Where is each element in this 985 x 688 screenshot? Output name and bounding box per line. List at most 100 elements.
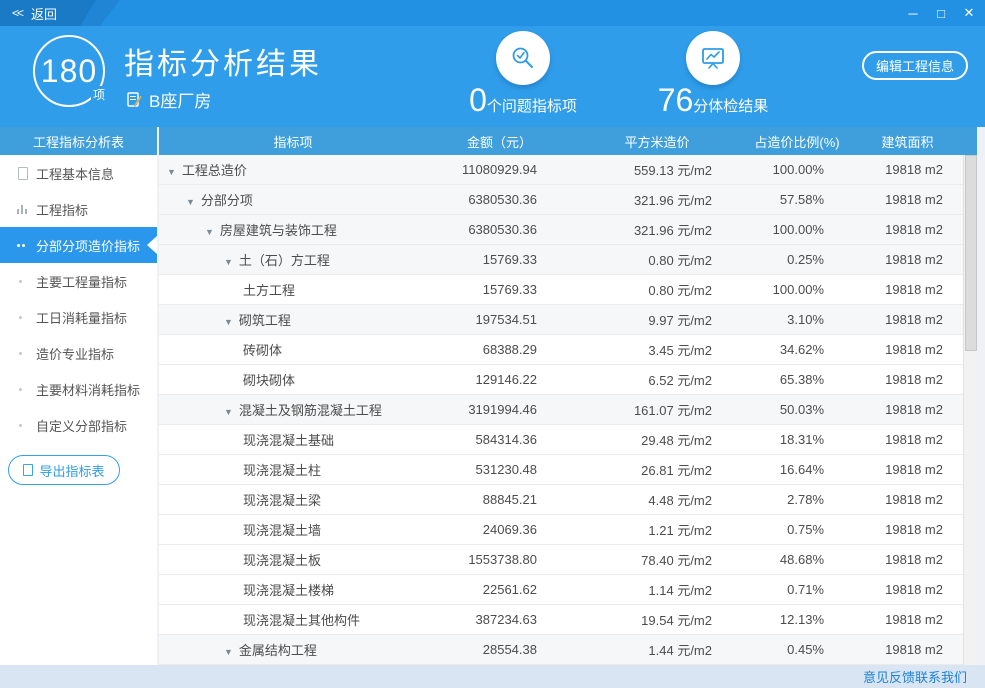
cost-ratio-value: 3.10% (742, 312, 852, 327)
table-row[interactable]: 现浇混凝土板 1553738.80 78.40 元/m2 48.68% 1981… (159, 545, 977, 575)
problem-indicators-stat[interactable]: 0个问题指标项 (448, 31, 598, 119)
table-row[interactable]: 现浇混凝土柱 531230.48 26.81 元/m2 16.64% 19818… (159, 455, 977, 485)
cost-ratio-value: 57.58% (742, 192, 852, 207)
sidebar-item-label: 工程基本信息 (36, 164, 114, 183)
page-title: 指标分析结果 (124, 39, 322, 83)
floor-area-value: 19818 m2 (852, 522, 963, 537)
close-button[interactable]: ✕ (955, 0, 983, 26)
sidebar-item-label: 分部分项造价指标 (36, 236, 140, 255)
maximize-button[interactable]: □ (927, 0, 955, 26)
unit-price-value: 4.48 元/m2 (572, 490, 742, 509)
project-subtitle: B座厂房 (126, 87, 211, 112)
unit-price-value: 26.81 元/m2 (572, 460, 742, 479)
collapse-triangle-icon[interactable]: ▼ (224, 407, 233, 417)
vertical-scrollbar[interactable] (963, 155, 977, 665)
sidebar-item[interactable]: 主要材料消耗指标 (0, 371, 157, 407)
sidebar-item[interactable]: 工日消耗量指标 (0, 299, 157, 335)
collapse-triangle-icon[interactable]: ▼ (224, 257, 233, 267)
unit-price-value: 1.21 元/m2 (572, 520, 742, 539)
collapse-triangle-icon[interactable]: ▼ (224, 317, 233, 327)
sidebar: 工程指标分析表 工程基本信息 工程指标 分部分项造价指标 主要工程量指标 工日消… (0, 127, 157, 665)
floor-area-value: 19818 m2 (852, 642, 963, 657)
header-banner: 180 项 指标分析结果 B座厂房 0个问题指标项 (0, 26, 985, 127)
indicator-label: 砌块砌体 (243, 373, 295, 388)
amount-value: 28554.38 (427, 642, 572, 657)
floor-area-value: 19818 m2 (852, 462, 963, 477)
dot-icon (16, 419, 28, 431)
table-row[interactable]: 现浇混凝土其他构件 387234.63 19.54 元/m2 12.13% 19… (159, 605, 977, 635)
scrollbar-thumb[interactable] (965, 155, 977, 351)
project-name: B座厂房 (149, 87, 211, 112)
titlebar: << 返回 ─ □ ✕ (0, 0, 985, 26)
unit-price-value: 161.07 元/m2 (572, 400, 742, 419)
sidebar-item[interactable]: 自定义分部指标 (0, 407, 157, 443)
feedback-contact-link[interactable]: 意见反馈联系我们 (863, 667, 967, 686)
unit-price-value: 0.80 元/m2 (572, 280, 742, 299)
document-icon (23, 464, 33, 476)
collapse-triangle-icon[interactable]: ▼ (205, 227, 214, 237)
collapse-triangle-icon[interactable]: ▼ (224, 647, 233, 657)
indicator-label: 现浇混凝土板 (243, 553, 321, 568)
sidebar-item[interactable]: 工程基本信息 (0, 155, 157, 191)
cost-ratio-value: 16.64% (742, 462, 852, 477)
indicator-count-unit: 项 (91, 86, 107, 103)
table-row[interactable]: 现浇混凝土楼梯 22561.62 1.14 元/m2 0.71% 19818 m… (159, 575, 977, 605)
table-row[interactable]: 土方工程 15769.33 0.80 元/m2 100.00% 19818 m2 (159, 275, 977, 305)
indicator-label: 工程总造价 (182, 163, 247, 178)
cost-ratio-value: 0.75% (742, 522, 852, 537)
amount-value: 88845.21 (427, 492, 572, 507)
cost-ratio-value: 0.71% (742, 582, 852, 597)
edit-note-icon (126, 91, 143, 108)
unit-price-value: 78.40 元/m2 (572, 550, 742, 569)
table-row[interactable]: 砖砌体 68388.29 3.45 元/m2 34.62% 19818 m2 (159, 335, 977, 365)
health-score-stat[interactable]: 76分体检结果 (638, 31, 788, 119)
table-row[interactable]: ▼土（石）方工程 15769.33 0.80 元/m2 0.25% 19818 … (159, 245, 977, 275)
table-row[interactable]: 砌块砌体 129146.22 6.52 元/m2 65.38% 19818 m2 (159, 365, 977, 395)
edit-project-info-button[interactable]: 编辑工程信息 (862, 51, 968, 80)
collapse-triangle-icon[interactable]: ▼ (167, 167, 176, 177)
collapse-triangle-icon[interactable]: ▼ (186, 197, 195, 207)
export-indicator-table-button[interactable]: 导出指标表 (8, 455, 120, 485)
table-row[interactable]: ▼房屋建筑与装饰工程 6380530.36 321.96 元/m2 100.00… (159, 215, 977, 245)
column-header-floor-area: 建筑面积 (852, 132, 963, 151)
unit-price-value: 3.45 元/m2 (572, 340, 742, 359)
back-button-label: 返回 (31, 4, 57, 23)
sidebar-item[interactable]: 工程指标 (0, 191, 157, 227)
table-header-row: 指标项 金额（元） 平方米造价 占造价比例(%) 建筑面积 (159, 127, 977, 155)
table-row[interactable]: ▼砌筑工程 197534.51 9.97 元/m2 3.10% 19818 m2 (159, 305, 977, 335)
bar-chart-icon (16, 203, 28, 215)
sidebar-item[interactable]: 主要工程量指标 (0, 263, 157, 299)
table-row[interactable]: 现浇混凝土墙 24069.36 1.21 元/m2 0.75% 19818 m2 (159, 515, 977, 545)
minimize-button[interactable]: ─ (899, 0, 927, 26)
indicator-label: 分部分项 (201, 193, 253, 208)
indicator-label: 混凝土及钢筋混凝土工程 (239, 403, 382, 418)
cost-ratio-value: 100.00% (742, 282, 852, 297)
table-row[interactable]: 现浇混凝土基础 584314.36 29.48 元/m2 18.31% 1981… (159, 425, 977, 455)
floor-area-value: 19818 m2 (852, 312, 963, 327)
amount-value: 531230.48 (427, 462, 572, 477)
unit-price-value: 1.44 元/m2 (572, 640, 742, 659)
unit-price-value: 0.80 元/m2 (572, 250, 742, 269)
sidebar-item[interactable]: 分部分项造价指标 (0, 227, 157, 263)
floor-area-value: 19818 m2 (852, 402, 963, 417)
table-row[interactable]: 现浇混凝土梁 88845.21 4.48 元/m2 2.78% 19818 m2 (159, 485, 977, 515)
health-score-text: 76分体检结果 (638, 82, 788, 119)
amount-value: 6380530.36 (427, 192, 572, 207)
table-row[interactable]: ▼工程总造价 11080929.94 559.13 元/m2 100.00% 1… (159, 155, 977, 185)
indicator-table: 指标项 金额（元） 平方米造价 占造价比例(%) 建筑面积 ▼工程总造价 110… (157, 127, 977, 665)
unit-price-value: 1.14 元/m2 (572, 580, 742, 599)
cost-ratio-value: 2.78% (742, 492, 852, 507)
cost-ratio-value: 0.45% (742, 642, 852, 657)
sidebar-item[interactable]: 造价专业指标 (0, 335, 157, 371)
problem-count: 0 (469, 82, 487, 118)
table-row[interactable]: ▼分部分项 6380530.36 321.96 元/m2 57.58% 1981… (159, 185, 977, 215)
table-row[interactable]: ▼金属结构工程 28554.38 1.44 元/m2 0.45% 19818 m… (159, 635, 977, 665)
dot-icon (16, 383, 28, 395)
cost-ratio-value: 65.38% (742, 372, 852, 387)
cost-ratio-value: 50.03% (742, 402, 852, 417)
back-button[interactable]: << 返回 (0, 0, 96, 26)
unit-price-value: 29.48 元/m2 (572, 430, 742, 449)
cost-ratio-value: 100.00% (742, 162, 852, 177)
table-row[interactable]: ▼混凝土及钢筋混凝土工程 3191994.46 161.07 元/m2 50.0… (159, 395, 977, 425)
indicator-label: 土（石）方工程 (239, 253, 330, 268)
